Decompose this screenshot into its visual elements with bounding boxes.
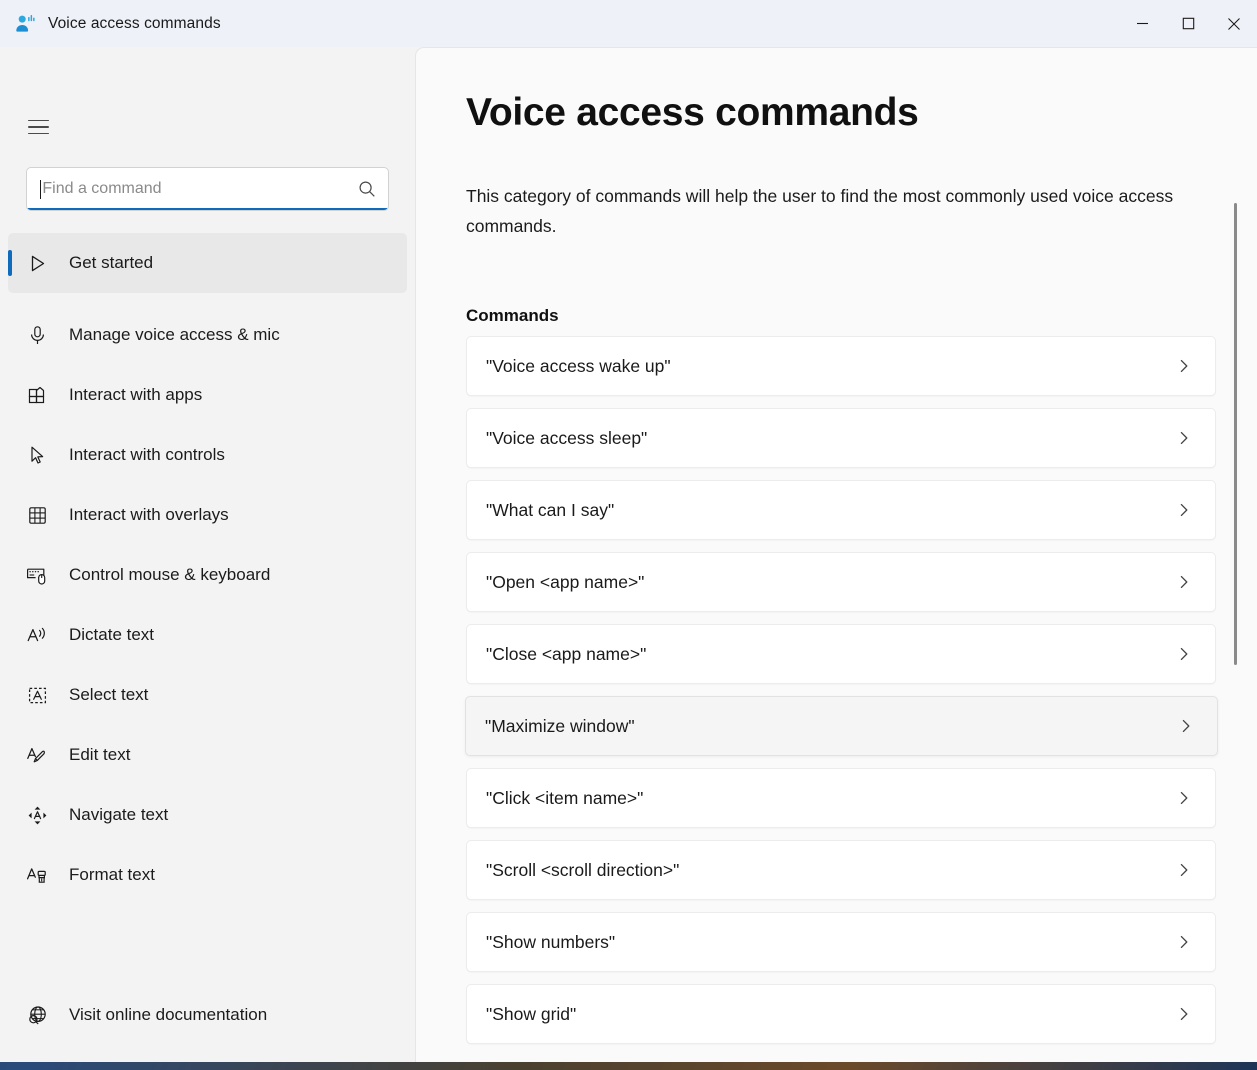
page-title: Voice access commands xyxy=(466,91,919,134)
command-row[interactable]: "Voice access sleep" xyxy=(466,408,1216,468)
command-row[interactable]: "Click <item name>" xyxy=(466,768,1216,828)
sidebar-item-label: Get started xyxy=(69,253,154,272)
sidebar-item-dictate-text[interactable]: Dictate text xyxy=(8,605,407,665)
sidebar-item-visit-online-documentation[interactable]: Visit online documentation xyxy=(8,985,407,1045)
search-box[interactable] xyxy=(26,167,389,211)
chevron-right-icon xyxy=(1173,862,1195,878)
minimize-button[interactable] xyxy=(1119,0,1165,47)
sidebar-item-label: Navigate text xyxy=(69,805,169,824)
play-triangle-icon xyxy=(22,253,52,274)
sidebar-item-label: Interact with overlays xyxy=(69,505,229,524)
desktop-wallpaper-strip xyxy=(0,1062,1257,1070)
title-bar: Voice access commands xyxy=(0,0,1257,47)
sidebar-item-control-mouse-keyboard[interactable]: Control mouse & keyboard xyxy=(8,545,407,605)
command-row[interactable]: "Scroll <scroll direction>" xyxy=(466,840,1216,900)
hamburger-line xyxy=(27,132,49,135)
select-a-dashed-box-icon xyxy=(22,685,52,706)
sidebar-item-interact-with-overlays[interactable]: Interact with overlays xyxy=(8,485,407,545)
command-row[interactable]: "What can I say" xyxy=(466,480,1216,540)
sidebar-item-select-text[interactable]: Select text xyxy=(8,665,407,725)
commands-heading: Commands xyxy=(466,306,559,325)
command-label: "Scroll <scroll direction>" xyxy=(486,859,680,880)
sidebar-item-interact-with-apps[interactable]: Interact with apps xyxy=(8,365,407,425)
chevron-right-icon xyxy=(1173,574,1195,590)
sidebar-item-label: Visit online documentation xyxy=(69,1005,268,1024)
sidebar-item-label: Select text xyxy=(69,685,149,704)
window-title: Voice access commands xyxy=(48,14,221,32)
grid-overlay-icon xyxy=(22,505,52,526)
command-label: "Voice access sleep" xyxy=(486,427,648,448)
sidebar-item-label: Manage voice access & mic xyxy=(69,325,280,344)
sidebar-item-label: Control mouse & keyboard xyxy=(69,565,271,584)
sidebar-item-get-started[interactable]: Get started xyxy=(8,233,407,293)
command-label: "Open <app name>" xyxy=(486,571,645,592)
hamburger-line xyxy=(27,119,49,122)
command-label: "Voice access wake up" xyxy=(486,355,671,376)
edit-a-pencil-icon xyxy=(22,745,52,766)
sidebar: Get started Manage voice access & mic xyxy=(0,47,415,1062)
microphone-icon xyxy=(22,325,52,346)
command-row[interactable]: "Voice access wake up" xyxy=(466,336,1216,396)
globe-icon xyxy=(22,1005,52,1026)
close-button[interactable] xyxy=(1211,0,1257,47)
commands-list: "Voice access wake up" "Voice access sle… xyxy=(465,336,1218,1056)
keyboard-mouse-icon xyxy=(22,565,52,586)
command-label: "Click <item name>" xyxy=(486,787,644,808)
sidebar-nav-bottom: Visit online documentation Download loca… xyxy=(0,985,415,1062)
command-row[interactable]: "Open <app name>" xyxy=(466,552,1216,612)
search-input[interactable] xyxy=(41,180,346,198)
page-description: This category of commands will help the … xyxy=(466,186,1174,236)
maximize-button[interactable] xyxy=(1165,0,1211,47)
chevron-right-icon xyxy=(1173,790,1195,806)
command-label: "Show numbers" xyxy=(486,931,616,952)
chevron-right-icon xyxy=(1173,934,1195,950)
search-icon[interactable] xyxy=(346,168,388,210)
format-a-brush-icon xyxy=(22,865,52,886)
chevron-right-icon xyxy=(1173,502,1195,518)
sidebar-nav-main: Manage voice access & mic Interact with … xyxy=(0,305,415,905)
hamburger-line xyxy=(27,126,49,128)
dictate-a-waves-icon xyxy=(22,625,52,646)
scrollbar-thumb[interactable] xyxy=(1234,203,1237,665)
content-panel: Voice access commands This category of c… xyxy=(415,47,1257,1062)
command-row[interactable]: "Show grid" xyxy=(466,984,1216,1044)
voice-access-icon xyxy=(14,13,36,35)
command-label: "Show grid" xyxy=(486,1003,577,1024)
command-label: "Close <app name>" xyxy=(486,643,647,664)
sidebar-item-format-text[interactable]: Format text xyxy=(8,845,407,905)
command-row[interactable]: "Close <app name>" xyxy=(466,624,1216,684)
command-label: "What can I say" xyxy=(486,499,615,520)
sidebar-item-label: Format text xyxy=(69,865,155,884)
cursor-arrow-icon xyxy=(22,445,52,466)
sidebar-item-label: Interact with apps xyxy=(69,385,203,404)
hamburger-menu-button[interactable] xyxy=(18,108,58,146)
command-label: "Maximize window" xyxy=(485,715,635,736)
sidebar-item-edit-text[interactable]: Edit text xyxy=(8,725,407,785)
sidebar-item-download-local-copy[interactable]: Download local copy xyxy=(8,1045,407,1062)
sidebar-item-label: Edit text xyxy=(69,745,131,764)
vertical-scrollbar[interactable] xyxy=(1231,203,1241,1062)
command-row[interactable]: "Maximize window" xyxy=(465,696,1218,756)
window-controls xyxy=(1119,0,1257,47)
command-row[interactable]: "Show numbers" xyxy=(466,912,1216,972)
apps-grid-icon xyxy=(22,385,52,406)
chevron-right-icon xyxy=(1175,718,1197,734)
chevron-right-icon xyxy=(1173,430,1195,446)
sidebar-item-label: Interact with controls xyxy=(69,445,225,464)
sidebar-nav-top: Get started xyxy=(0,233,415,293)
sidebar-item-label: Dictate text xyxy=(69,625,155,644)
chevron-right-icon xyxy=(1173,358,1195,374)
navigate-a-arrows-icon xyxy=(22,805,52,826)
chevron-right-icon xyxy=(1173,1006,1195,1022)
sidebar-item-navigate-text[interactable]: Navigate text xyxy=(8,785,407,845)
chevron-right-icon xyxy=(1173,646,1195,662)
sidebar-item-interact-with-controls[interactable]: Interact with controls xyxy=(8,425,407,485)
sidebar-item-manage-voice-access-mic[interactable]: Manage voice access & mic xyxy=(8,305,407,365)
voice-access-commands-window: Voice access commands Find a command Get… xyxy=(0,0,1257,1062)
